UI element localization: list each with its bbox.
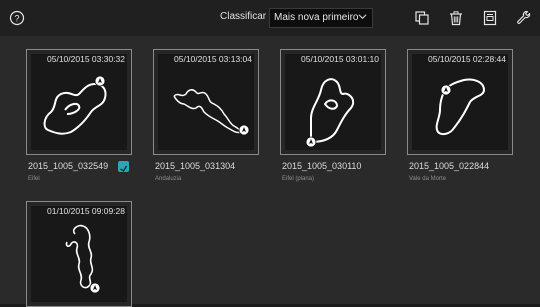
wrench-icon[interactable] <box>514 8 534 28</box>
help-icon[interactable]: ? <box>7 8 27 28</box>
track-name: 2015_1005_022844 <box>409 161 490 171</box>
share-icon[interactable] <box>118 161 129 172</box>
track-location: Eifel <box>28 176 40 182</box>
sort-dropdown[interactable]: Mais nova primeiro <box>269 8 373 28</box>
track-timestamp: 05/10/2015 03:13:04 <box>174 54 252 64</box>
track-path <box>305 78 355 148</box>
track-timestamp: 05/10/2015 03:01:10 <box>301 54 379 64</box>
track-thumbnail[interactable]: 01/10/2015 09:09:28 <box>26 201 132 307</box>
track-thumbnail[interactable]: 05/10/2015 02:28:44 <box>407 49 513 155</box>
trash-icon[interactable] <box>446 8 466 28</box>
track-name: 2015_1005_032549 <box>28 161 109 171</box>
track-name: 2015_1005_030110 <box>282 161 362 171</box>
track-timestamp: 01/10/2015 09:09:28 <box>47 206 125 216</box>
sort-value: Mais nova primeiro <box>274 12 359 23</box>
track-path <box>173 89 250 136</box>
track-location: Vale da Morte <box>409 176 446 182</box>
svg-text:?: ? <box>14 13 19 23</box>
notebook-icon[interactable] <box>480 8 500 28</box>
track-grid: 05/10/2015 03:30:32 2015_1005_032549 Eif… <box>0 36 540 307</box>
top-toolbar: ? Classificar Mais nova primeiro <box>0 0 540 36</box>
track-location: Andaluzia <box>155 176 182 182</box>
track-thumbnail[interactable]: 05/10/2015 03:01:10 <box>280 49 386 155</box>
track-thumbnail[interactable]: 05/10/2015 03:30:32 <box>26 49 132 155</box>
track-path <box>65 224 101 294</box>
track-thumbnail[interactable]: 05/10/2015 03:13:04 <box>153 49 259 155</box>
track-path <box>435 78 486 136</box>
track-timestamp: 05/10/2015 03:30:32 <box>47 54 125 64</box>
copy-icon[interactable] <box>412 8 432 28</box>
track-path <box>43 75 107 135</box>
chevron-down-icon <box>358 12 367 24</box>
track-name: 2015_1005_031304 <box>155 161 236 171</box>
track-location: Eifel (plana) <box>282 176 315 182</box>
track-timestamp: 05/10/2015 02:28:44 <box>428 54 506 64</box>
sort-label: Classificar <box>220 11 267 22</box>
